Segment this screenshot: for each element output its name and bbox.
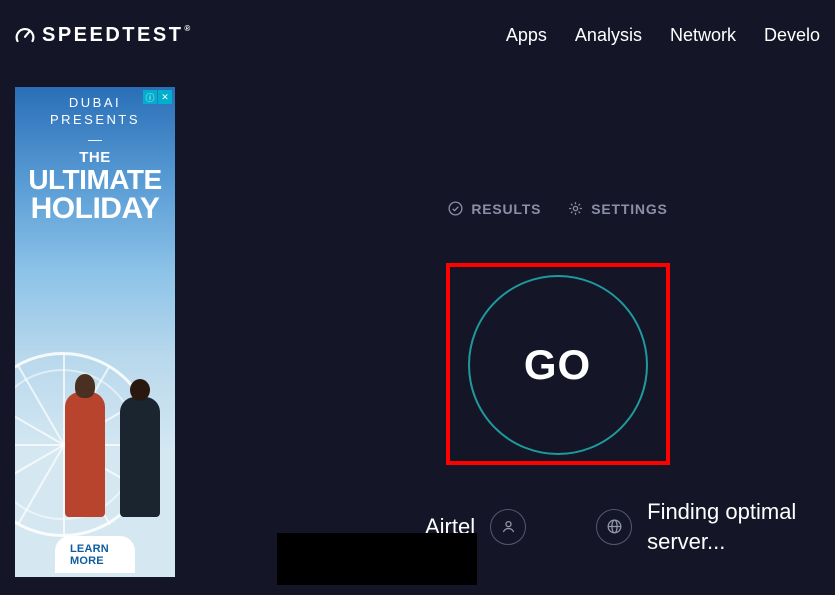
- results-link[interactable]: RESULTS: [447, 200, 541, 217]
- connection-row: Airtel Finding optimalserver...: [425, 497, 835, 556]
- gear-icon: [567, 200, 584, 217]
- sub-nav: RESULTS SETTINGS: [280, 200, 835, 217]
- nav-developers[interactable]: Develo: [764, 25, 820, 46]
- sidebar-ad[interactable]: ⓘ ✕ DUBAIPRESENTS — THE ULTIMATE HOLIDAY…: [15, 87, 175, 577]
- go-button[interactable]: GO: [468, 275, 648, 455]
- user-icon[interactable]: [490, 509, 526, 545]
- ad-people-graphic: [65, 387, 160, 517]
- globe-icon[interactable]: [596, 509, 632, 545]
- nav-network[interactable]: Network: [670, 25, 736, 46]
- brand-name: SPEEDTEST®: [42, 24, 193, 47]
- main-panel: RESULTS SETTINGS GO Airtel Finding optim…: [200, 90, 835, 556]
- go-label: GO: [524, 341, 591, 389]
- ad-info-icon[interactable]: ⓘ: [143, 90, 157, 104]
- header: SPEEDTEST® Apps Analysis Network Develo: [0, 0, 835, 67]
- top-nav: Apps Analysis Network Develo: [506, 25, 820, 46]
- ad-close-icon[interactable]: ✕: [158, 90, 172, 104]
- go-highlight-box: GO: [446, 263, 670, 465]
- results-label: RESULTS: [471, 201, 541, 217]
- redacted-box: [277, 533, 477, 585]
- brand-logo[interactable]: SPEEDTEST®: [15, 24, 193, 47]
- server-status: Finding optimalserver...: [647, 497, 796, 556]
- ad-controls: ⓘ ✕: [143, 90, 172, 104]
- go-button-wrap: GO: [280, 263, 835, 465]
- settings-link[interactable]: SETTINGS: [567, 200, 667, 217]
- speedtest-gauge-icon: [15, 26, 35, 46]
- ad-headline: DUBAIPRESENTS — THE ULTIMATE HOLIDAY: [15, 87, 175, 224]
- nav-apps[interactable]: Apps: [506, 25, 547, 46]
- nav-analysis[interactable]: Analysis: [575, 25, 642, 46]
- settings-label: SETTINGS: [591, 201, 667, 217]
- checkmark-circle-icon: [447, 200, 464, 217]
- ad-cta-button[interactable]: LEARN MORE: [55, 536, 135, 573]
